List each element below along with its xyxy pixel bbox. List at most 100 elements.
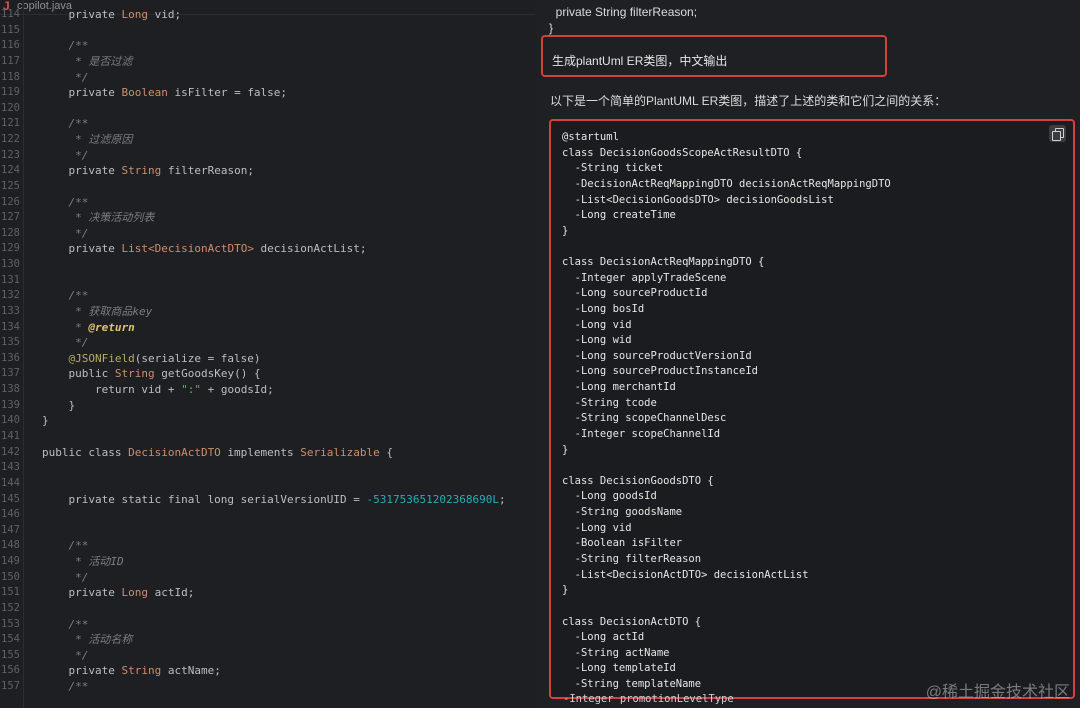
code-line: 117 * 是否过滤 bbox=[0, 54, 535, 70]
line-number: 117 bbox=[1, 54, 20, 67]
code-text: */ bbox=[42, 648, 89, 662]
code-line: 137 public String getGoodsKey() { bbox=[0, 366, 535, 382]
code-text: return vid + ":" + goodsId; bbox=[42, 383, 274, 397]
code-text: * 活动名称 bbox=[42, 633, 133, 647]
code-line: 146 bbox=[0, 507, 535, 523]
line-number: 131 bbox=[1, 273, 20, 286]
code-text: * @return bbox=[42, 320, 135, 334]
code-text: public class DecisionActDTO implements S… bbox=[42, 445, 394, 459]
line-number: 145 bbox=[1, 492, 20, 505]
uml-line: @startuml bbox=[562, 131, 619, 143]
watermark: @稀土掘金技术社区 bbox=[925, 684, 1070, 701]
line-number: 124 bbox=[1, 164, 20, 177]
uml-line: -DecisionActReqMappingDTO decisionActReq… bbox=[562, 177, 891, 190]
uml-line: -Long createTime bbox=[562, 209, 676, 222]
code-text: /** bbox=[42, 195, 89, 209]
uml-line: -Long sourceProductId bbox=[562, 287, 708, 300]
line-number: 126 bbox=[1, 195, 20, 208]
code-line: 122 * 过滤原因 bbox=[0, 132, 535, 148]
line-number: 155 bbox=[1, 648, 20, 661]
line-number: 133 bbox=[1, 304, 20, 317]
uml-line: -List<DecisionActDTO> decisionActList bbox=[562, 568, 809, 581]
ai-chat-panel: private String filterReason;} 生成plantUml… bbox=[535, 0, 1080, 708]
code-text: } bbox=[42, 414, 49, 428]
line-number: 150 bbox=[1, 570, 20, 583]
line-number: 154 bbox=[1, 633, 20, 646]
code-line: 127 * 决策活动列表 bbox=[0, 210, 535, 226]
uml-line: -Long actId bbox=[562, 631, 645, 644]
code-line: 138 return vid + ":" + goodsId; bbox=[0, 382, 535, 398]
code-line: 115 bbox=[0, 23, 535, 39]
code-text: * 过滤原因 bbox=[42, 133, 133, 147]
line-number: 122 bbox=[1, 133, 20, 146]
line-number: 134 bbox=[1, 320, 20, 333]
code-line: 140} bbox=[0, 413, 535, 429]
code-line: 151 private Long actId; bbox=[0, 585, 535, 601]
previous-code-tail: private String filterReason;} bbox=[549, 4, 697, 36]
uml-overflow-line: -Integer promotionLevelType bbox=[563, 693, 734, 705]
line-number: 116 bbox=[1, 39, 20, 52]
previous-code-line: } bbox=[549, 21, 554, 35]
code-line: 153 /** bbox=[0, 617, 535, 633]
reply-intro: 以下是一个简单的PlantUML ER类图，描述了上述的类和它们之间的关系： bbox=[550, 94, 947, 108]
line-number: 153 bbox=[1, 617, 20, 630]
uml-line: -String filterReason bbox=[562, 553, 702, 565]
uml-line: -Boolean isFilter bbox=[562, 537, 683, 550]
code-editor[interactable]: J copilot.java 114 private Long vid; 115 1… bbox=[0, 0, 535, 708]
code-text: */ bbox=[42, 70, 89, 84]
code-text: private String actName; bbox=[42, 664, 221, 678]
code-text: /** bbox=[42, 617, 89, 631]
copy-button[interactable] bbox=[1049, 125, 1066, 142]
line-number: 147 bbox=[1, 523, 20, 536]
code-text: */ bbox=[42, 148, 89, 162]
uml-line: -Long merchantId bbox=[562, 381, 676, 394]
uml-line: -String scopeChannelDesc bbox=[562, 412, 727, 425]
code-line: 150 */ bbox=[0, 570, 535, 586]
code-text: @JSONField(serialize = false) bbox=[42, 351, 261, 365]
line-number: 135 bbox=[1, 336, 20, 349]
code-text: /** bbox=[42, 539, 89, 553]
line-number: 123 bbox=[1, 148, 20, 161]
code-line: 119 private Boolean isFilter = false; bbox=[0, 85, 535, 101]
code-line: 132 /** bbox=[0, 288, 535, 304]
code-line: 142 public class DecisionActDTO implement… bbox=[0, 445, 535, 461]
code-text: public String getGoodsKey() { bbox=[42, 367, 261, 381]
code-line: 143 bbox=[0, 460, 535, 476]
code-line: 130 bbox=[0, 257, 535, 273]
code-text: private List<DecisionActDTO> decisionAct… bbox=[42, 242, 367, 256]
code-text: private Boolean isFilter = false; bbox=[42, 86, 288, 100]
code-line: 149 * 活动ID bbox=[0, 554, 535, 570]
code-line: 123 */ bbox=[0, 148, 535, 164]
uml-line: -String templateName bbox=[562, 678, 702, 691]
code-text: private String filterReason; bbox=[42, 164, 254, 178]
code-line: 157 /** bbox=[0, 679, 535, 695]
line-number: 137 bbox=[1, 367, 20, 380]
uml-line: -String tcode bbox=[562, 396, 657, 409]
code-line: 136 @JSONField(serialize = false) bbox=[0, 351, 535, 367]
code-text: * 决策活动列表 bbox=[42, 211, 155, 225]
uml-line: class DecisionGoodsDTO { bbox=[562, 474, 714, 487]
code-text: /** bbox=[42, 289, 89, 303]
line-number: 136 bbox=[1, 351, 20, 364]
code-line: 155 */ bbox=[0, 648, 535, 664]
uml-line: } bbox=[562, 224, 569, 237]
code-text: * 是否过滤 bbox=[42, 54, 133, 68]
uml-code-block: @startuml class DecisionGoodsScopeActResu… bbox=[549, 119, 1075, 699]
code-text: } bbox=[42, 398, 76, 412]
code-text: /** bbox=[42, 680, 89, 694]
uml-line: -Long templateId bbox=[562, 662, 676, 675]
uml-line: -Integer scopeChannelId bbox=[562, 427, 721, 440]
code-line: 133 * 获取商品key bbox=[0, 304, 535, 320]
line-number: 144 bbox=[1, 476, 20, 489]
code-line: 147 bbox=[0, 523, 535, 539]
line-number: 143 bbox=[1, 461, 20, 474]
line-number: 130 bbox=[1, 258, 20, 271]
uml-line: -Integer applyTradeScene bbox=[562, 271, 727, 284]
line-number: 129 bbox=[1, 242, 20, 255]
line-number: 114 bbox=[1, 8, 20, 20]
code-line: 116 /** bbox=[0, 38, 535, 54]
uml-line: -List<DecisionGoodsDTO> decisionGoodsLis… bbox=[562, 193, 834, 206]
code-text: */ bbox=[42, 226, 89, 240]
line-number: 152 bbox=[1, 601, 20, 614]
uml-line: -Long sourceProductInstanceId bbox=[562, 365, 758, 378]
